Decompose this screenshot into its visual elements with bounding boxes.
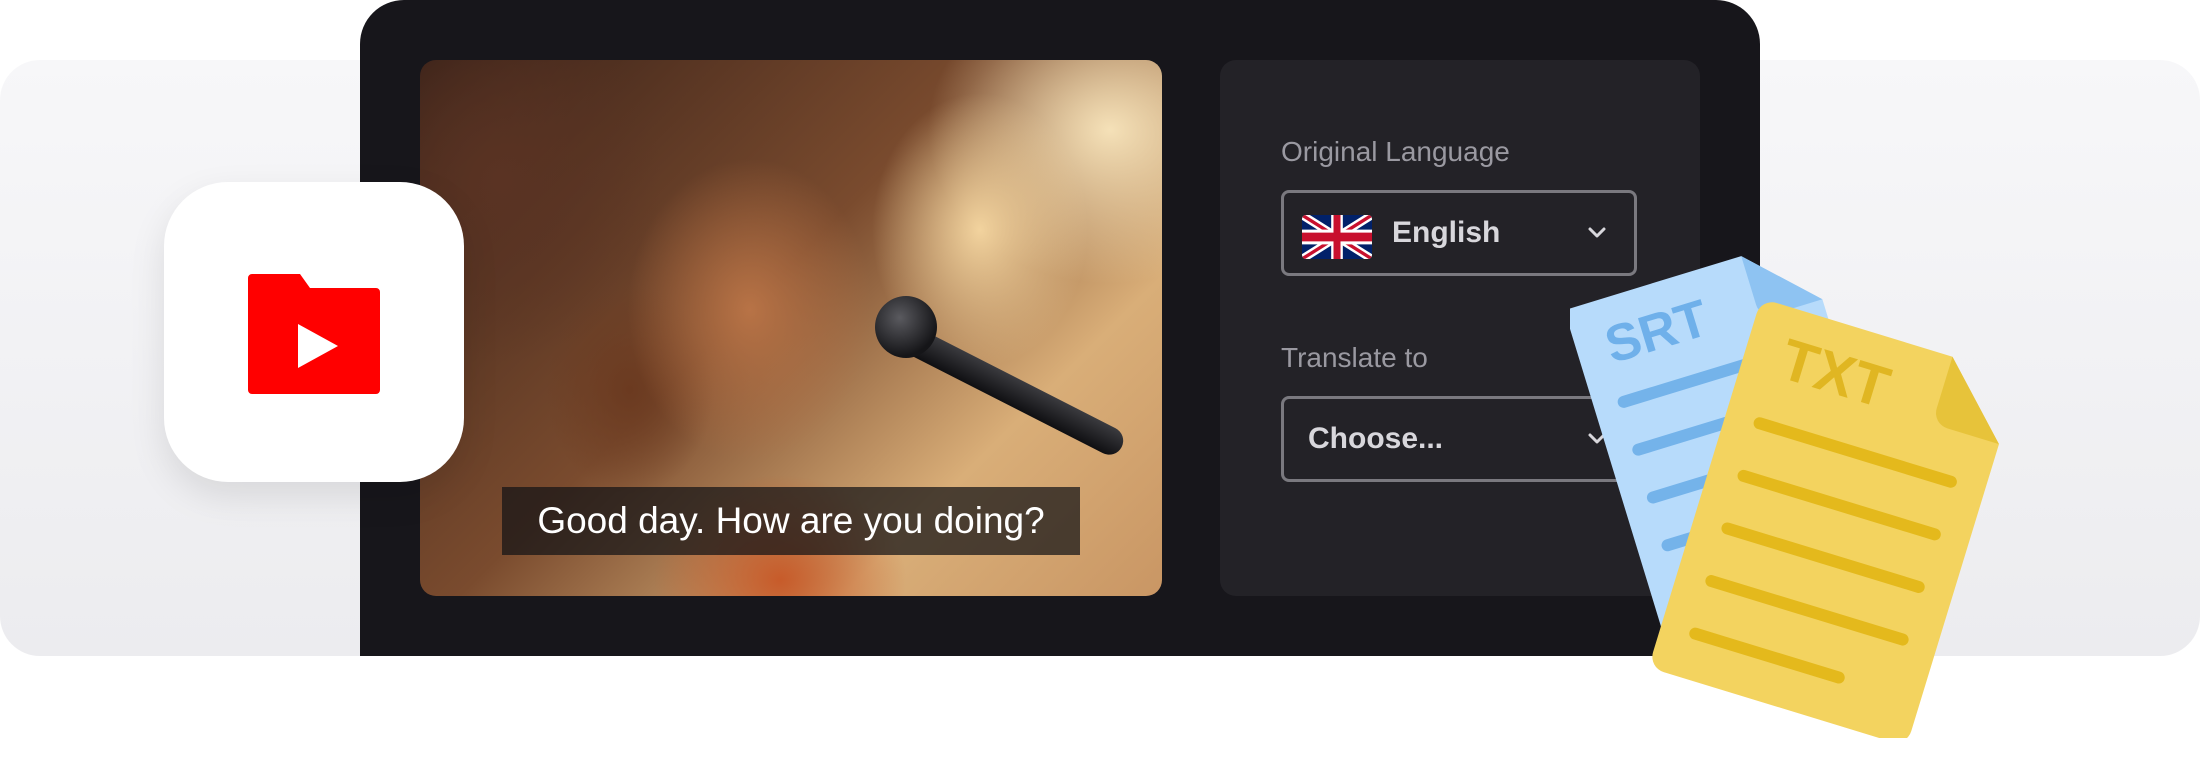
video-preview[interactable]: Good day. How are you doing? xyxy=(420,60,1162,596)
youtube-folder-icon xyxy=(248,274,380,394)
translate-to-label: Translate to xyxy=(1281,342,1428,373)
original-language-label: Original Language xyxy=(1281,136,1510,167)
original-language-value: English xyxy=(1392,216,1501,249)
txt-file-icon: TXT xyxy=(1652,298,1999,738)
microphone-head xyxy=(875,296,937,358)
subtitle-caption: Good day. How are you doing? xyxy=(502,487,1080,555)
youtube-app-tile xyxy=(164,182,464,482)
uk-flag-icon xyxy=(1302,215,1372,259)
translate-to-value: Choose... xyxy=(1308,422,1444,455)
